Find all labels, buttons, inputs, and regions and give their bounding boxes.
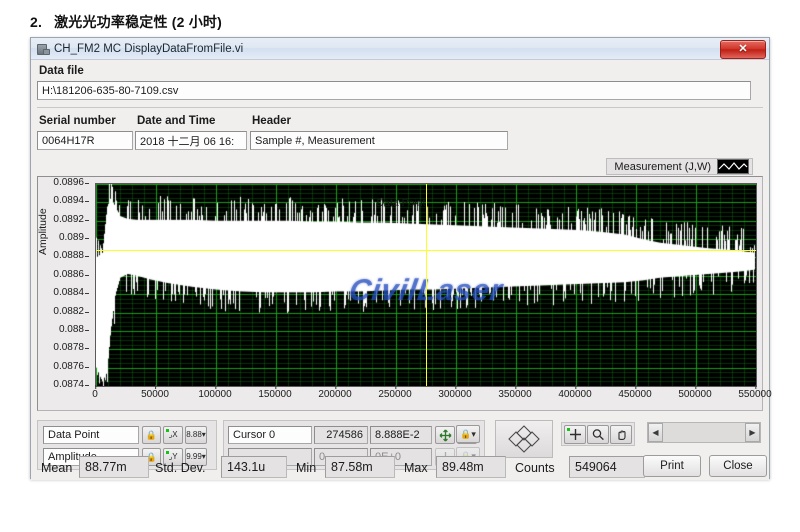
close-icon: ✕: [738, 44, 747, 55]
mean-label: Mean: [41, 461, 72, 475]
legend-label: Measurement (J,W): [614, 161, 711, 173]
y-tick-label: 0.0892: [53, 215, 84, 225]
header-label: Header: [252, 115, 291, 127]
x-tick-label: 300000: [438, 390, 471, 400]
x-axis-ticks: 0 50000 100000 150000 200000 250000 300000 3500…: [95, 386, 757, 402]
y-tick-label: 0.0886: [53, 270, 84, 280]
print-button[interactable]: Print: [643, 455, 701, 477]
cursor-name-field[interactable]: Cursor 0: [228, 426, 312, 444]
mean-value: 88.77m: [79, 456, 149, 478]
cursor-vertical-line[interactable]: [426, 184, 427, 386]
x-tick-label: 350000: [498, 390, 531, 400]
y-tick-label: 0.0884: [53, 288, 84, 298]
trace-sample-icon: [718, 160, 748, 173]
screenshot-root: 2. 激光光功率稳定性 (2 小时) CH_FM2 MC DisplayDataF…: [0, 0, 800, 532]
x-tick-label: 50000: [141, 390, 169, 400]
zoom-tool-icon[interactable]: [587, 425, 609, 444]
counts-label: Counts: [515, 461, 555, 475]
scale-x-icon[interactable]: ⌟X: [163, 426, 183, 444]
pan-hand-tool-icon[interactable]: [610, 425, 632, 444]
x-tick-label: 100000: [198, 390, 231, 400]
x-tick-label: 450000: [618, 390, 651, 400]
legend-trace-swatch[interactable]: [717, 159, 749, 174]
cursor-palette-icon[interactable]: [495, 420, 553, 458]
y-tick-label: 0.0878: [53, 343, 84, 353]
y-tick-label: 0.0882: [53, 307, 84, 317]
plot-legend[interactable]: Measurement (J,W): [606, 158, 753, 175]
x-tick-label: 0: [92, 390, 98, 400]
cursor-lock-icon[interactable]: 🔒▾: [456, 425, 480, 443]
close-button[interactable]: Close: [709, 455, 767, 477]
plot-area[interactable]: CivilLaser: [95, 183, 757, 387]
min-label: Min: [296, 461, 316, 475]
window-close-button[interactable]: ✕: [720, 40, 766, 59]
stddev-label: Std. Dev.: [155, 461, 205, 475]
y-tick-label: 0.0888: [53, 251, 84, 261]
y-tick-label: 0.0896: [53, 178, 84, 188]
x-tick-label: 150000: [258, 390, 291, 400]
serial-number-field[interactable]: 0064H17R: [37, 131, 133, 150]
window-titlebar: CH_FM2 MC DisplayDataFromFile.vi ✕: [31, 38, 769, 60]
x-axis-name-field[interactable]: Data Point: [43, 426, 139, 444]
date-time-label: Date and Time: [137, 115, 215, 127]
y-axis-ticks: 0.08740.08760.08780.0880.08820.08840.088…: [38, 183, 92, 385]
cursor-move-icon[interactable]: [435, 426, 455, 444]
graph-container: Measurement (J,W) Amplitude 0.08740.0876…: [37, 176, 763, 411]
counts-value: 549064: [569, 456, 645, 478]
x-tick-label: 500000: [678, 390, 711, 400]
x-tick-label: 550000: [738, 390, 771, 400]
lock-icon[interactable]: 🔒: [142, 426, 161, 444]
format-x-icon[interactable]: 8.88▾: [185, 426, 207, 444]
datafile-label: Data file: [39, 65, 84, 77]
page-title: 2. 激光光功率稳定性 (2 小时): [30, 12, 222, 32]
arrow-left-icon[interactable]: ◀: [648, 423, 663, 442]
stddev-value: 143.1u: [221, 456, 287, 478]
y-tick-label: 0.0876: [53, 362, 84, 372]
window-client-area: Data file H:\181206-635-80-7109.csv Seri…: [31, 60, 769, 480]
vi-application-icon: [36, 42, 49, 55]
max-value: 89.48m: [436, 456, 506, 478]
serial-number-label: Serial number: [39, 115, 116, 127]
application-window: CH_FM2 MC DisplayDataFromFile.vi ✕ Data …: [30, 37, 770, 479]
graph-tool-palette: [561, 422, 635, 446]
x-tick-label: 250000: [378, 390, 411, 400]
page-title-text: 激光光功率稳定性 (2 小时): [54, 14, 222, 30]
x-axis-label: Data Point: [38, 197, 764, 209]
cursor-horizontal-line[interactable]: [96, 250, 756, 251]
x-tick-label: 200000: [318, 390, 351, 400]
datafile-path-field[interactable]: H:\181206-635-80-7109.csv: [37, 81, 751, 100]
max-label: Max: [404, 461, 428, 475]
y-tick-label: 0.0874: [53, 380, 84, 390]
y-tick-label: 0.088: [59, 325, 84, 335]
header-field[interactable]: Sample #, Measurement: [250, 131, 508, 150]
date-time-field[interactable]: 2018 十二月 06 16:: [135, 131, 247, 150]
cursor-x-value[interactable]: 274586: [314, 426, 368, 444]
window-title: CH_FM2 MC DisplayDataFromFile.vi: [54, 43, 243, 55]
divider-1: [37, 107, 763, 108]
graph-horizontal-scrollbar[interactable]: ◀ ▶: [647, 422, 761, 443]
cursor-y-value[interactable]: 8.888E-2: [370, 426, 432, 444]
crosshair-tool-icon[interactable]: [564, 425, 586, 444]
y-tick-label: 0.089: [59, 233, 84, 243]
arrow-right-icon[interactable]: ▶: [745, 423, 760, 442]
min-value: 87.58m: [325, 456, 395, 478]
page-title-number: 2.: [30, 14, 42, 30]
x-tick-label: 400000: [558, 390, 591, 400]
